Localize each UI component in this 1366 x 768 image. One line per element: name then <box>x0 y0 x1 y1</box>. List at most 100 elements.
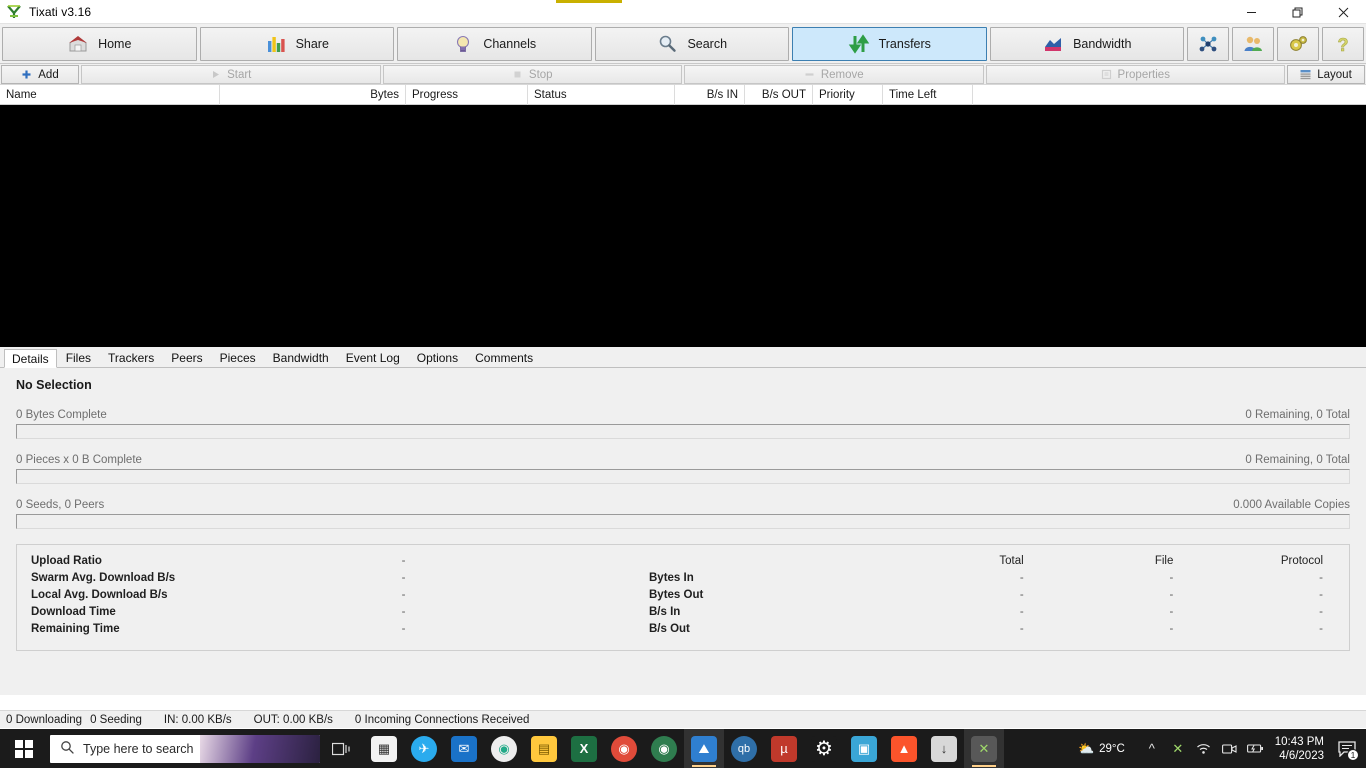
column-header-bytes[interactable]: Bytes <box>220 85 406 105</box>
taskbar-app-utorrent[interactable]: µ <box>764 729 804 768</box>
media-player-icon: ▣ <box>851 735 877 762</box>
taskbar-app-qbittorrent[interactable]: qb <box>724 729 764 768</box>
notification-count-badge: 1 <box>1347 749 1359 761</box>
taskbar-app-mail[interactable]: ✉ <box>444 729 484 768</box>
tab-trackers[interactable]: Trackers <box>100 348 163 367</box>
transfer-list-body[interactable] <box>0 105 1366 347</box>
system-tray: ⛅ 29°C ^ ✕ 10:43 PM 4/6/2023 1 <box>1073 729 1366 768</box>
details-panel: No Selection 0 Bytes Complete 0 Remainin… <box>0 368 1366 695</box>
tab-bandwidth-label: Bandwidth <box>272 351 329 365</box>
availability-progress-bar <box>16 514 1350 529</box>
toolbar-button-share[interactable]: Share <box>199 26 394 61</box>
stat-value: - <box>401 589 406 601</box>
toolbar-button-network[interactable] <box>1187 26 1229 61</box>
tab-options[interactable]: Options <box>408 348 467 367</box>
taskbar-app-photos[interactable]: ⛰ <box>684 729 724 768</box>
peers-people-icon <box>1242 33 1264 55</box>
toolbar-button-bandwidth[interactable]: Bandwidth <box>989 26 1184 61</box>
toolbar-button-settings[interactable] <box>1277 26 1319 61</box>
stat-table-cell-total: - <box>1019 572 1024 584</box>
tab-bandwidth[interactable]: Bandwidth <box>264 348 337 367</box>
stat-label: Remaining Time <box>31 623 120 635</box>
taskbar-app-telegram[interactable]: ✈ <box>404 729 444 768</box>
add-button[interactable]: Add <box>1 65 79 84</box>
taskbar-app-excel[interactable]: X <box>564 729 604 768</box>
tab-event-log[interactable]: Event Log <box>337 348 408 367</box>
tab-details[interactable]: Details <box>4 349 57 368</box>
show-hidden-icons-icon[interactable]: ^ <box>1139 729 1165 768</box>
taskbar-app-tixati[interactable]: ✕ <box>964 729 1004 768</box>
camera-icon[interactable] <box>1217 729 1243 768</box>
stat-table-header-total: Total <box>999 555 1024 567</box>
taskbar-app-download-manager[interactable]: ↓ <box>924 729 964 768</box>
search-box-background-art <box>200 734 320 763</box>
taskbar-search-box[interactable]: Type here to search <box>50 734 320 763</box>
column-header-bs-out[interactable]: B/s OUT <box>745 85 813 105</box>
start-button[interactable]: Start <box>81 65 381 84</box>
battery-icon[interactable] <box>1243 729 1269 768</box>
toolbar-button-bandwidth-label: Bandwidth <box>1073 36 1132 51</box>
tab-comments[interactable]: Comments <box>467 348 542 367</box>
stat-table-cell-total: - <box>1019 589 1024 601</box>
stop-button-label: Stop <box>528 68 553 81</box>
mail-icon: ✉ <box>451 735 477 762</box>
bytes-progress-bar <box>16 424 1350 439</box>
tab-details-label: Details <box>12 351 49 366</box>
tab-peers[interactable]: Peers <box>163 348 211 367</box>
search-magnifier-icon <box>656 33 678 55</box>
tab-files[interactable]: Files <box>57 348 100 367</box>
layout-button-label: Layout <box>1317 68 1352 81</box>
taskbar-app-chrome-profile[interactable]: ◉ <box>484 729 524 768</box>
wifi-icon[interactable] <box>1191 729 1217 768</box>
clock[interactable]: 10:43 PM 4/6/2023 <box>1269 735 1332 763</box>
taskbar-app-chrome-o[interactable]: ◉ <box>644 729 684 768</box>
window-title-bar: Tixati v3.16 <box>0 0 1366 24</box>
toolbar-button-transfers[interactable]: Transfers <box>792 26 987 61</box>
status-in-rate: IN: 0.00 KB/s <box>163 713 232 726</box>
column-header-priority[interactable]: Priority <box>813 85 883 105</box>
seeds-peers-row: 0 Seeds, 0 Peers 0.000 Available Copies <box>16 499 1350 529</box>
taskbar-app-file-explorer[interactable]: ▤ <box>524 729 564 768</box>
maximize-button[interactable] <box>1274 0 1320 24</box>
toolbar-button-help[interactable]: ? <box>1322 26 1364 61</box>
stat-table-cell-total: - <box>1019 606 1024 618</box>
taskbar-app-chrome-a[interactable]: ◉ <box>604 729 644 768</box>
toolbar-button-home[interactable]: Home <box>2 26 197 61</box>
taskbar-app-store[interactable]: ▦ <box>364 729 404 768</box>
task-view-button[interactable] <box>320 729 364 768</box>
store-icon: ▦ <box>371 735 397 762</box>
taskbar-app-brave[interactable]: ▲ <box>884 729 924 768</box>
tixati-tray-icon[interactable]: ✕ <box>1165 729 1191 768</box>
toolbar-button-channels[interactable]: Channels <box>397 26 592 61</box>
pieces-remaining-label: 0 Remaining, 0 Total <box>1245 454 1350 466</box>
home-icon <box>67 33 89 55</box>
stop-icon <box>512 69 523 80</box>
toolbar-button-search[interactable]: Search <box>594 26 789 61</box>
toolbar-button-peers[interactable] <box>1232 26 1274 61</box>
channels-lightbulb-icon <box>452 33 474 55</box>
layout-button[interactable]: Layout <box>1287 65 1365 84</box>
telegram-icon: ✈ <box>411 735 437 762</box>
bytes-progress-row: 0 Bytes Complete 0 Remaining, 0 Total <box>16 409 1350 439</box>
toolbar-button-home-label: Home <box>98 36 132 51</box>
start-button-windows[interactable] <box>0 729 48 768</box>
column-header-name[interactable]: Name <box>0 85 220 105</box>
column-header-status[interactable]: Status <box>528 85 675 105</box>
status-seeding: 0 Seeding <box>90 713 142 726</box>
taskbar-app-media[interactable]: ▣ <box>844 729 884 768</box>
column-header-progress[interactable]: Progress <box>406 85 528 105</box>
close-button[interactable] <box>1320 0 1366 24</box>
status-connections: 0 Incoming Connections Received <box>354 713 530 726</box>
stop-button[interactable]: Stop <box>382 65 682 84</box>
notifications-button[interactable]: 1 <box>1332 729 1362 768</box>
taskbar-app-settings[interactable]: ⚙ <box>804 729 844 768</box>
minimize-button[interactable] <box>1228 0 1274 24</box>
column-header-bs-in[interactable]: B/s IN <box>675 85 745 105</box>
tab-comments-label: Comments <box>475 351 534 365</box>
stat-row: Download Time - <box>31 604 637 621</box>
properties-button[interactable]: Properties <box>985 65 1285 84</box>
column-header-time-left[interactable]: Time Left <box>883 85 973 105</box>
stat-row: Local Avg. Download B/s - <box>31 587 637 604</box>
tab-pieces[interactable]: Pieces <box>211 348 264 367</box>
remove-button[interactable]: Remove <box>684 65 984 84</box>
